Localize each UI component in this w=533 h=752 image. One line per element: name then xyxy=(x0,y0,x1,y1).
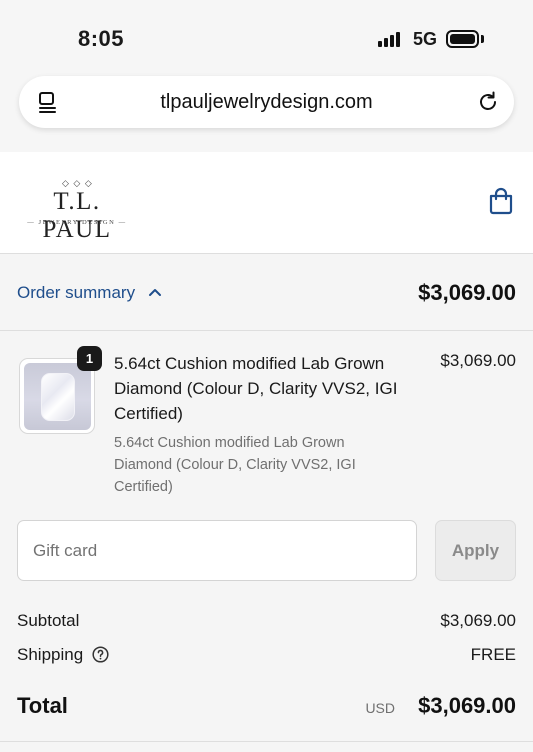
battery-tip xyxy=(481,35,484,43)
shipping-label: Shipping xyxy=(17,645,84,664)
product-title: 5.64ct Cushion modified Lab Grown Diamon… xyxy=(114,354,398,423)
total-currency: USD xyxy=(365,700,395,716)
help-icon[interactable] xyxy=(92,646,109,663)
shipping-value: FREE xyxy=(470,645,516,664)
gift-card-input[interactable] xyxy=(18,521,416,580)
order-summary-label[interactable]: Order summary xyxy=(17,283,135,303)
reload-icon[interactable] xyxy=(476,90,500,114)
logo-subtitle: — JEWELRY DESIGN — xyxy=(27,219,127,226)
logo-name: T.L. PAUL xyxy=(42,188,112,243)
url-text[interactable]: tlpauljewelrydesign.com xyxy=(19,91,514,114)
divider xyxy=(0,741,533,742)
status-time: 8:05 xyxy=(78,26,125,51)
battery-icon xyxy=(446,30,479,48)
diamond-image xyxy=(41,373,75,421)
total-label: Total xyxy=(17,693,68,718)
order-summary-toggle[interactable]: Order summary $3,069.00 xyxy=(0,254,533,331)
shopping-bag-icon[interactable] xyxy=(488,187,514,215)
subtotal-value: $3,069.00 xyxy=(440,611,516,630)
product-image xyxy=(24,363,91,430)
store-logo[interactable]: ◇ ◇ ◇ T.L. PAUL — JEWELRY DESIGN — xyxy=(16,172,138,243)
status-bar: 8:05 5G xyxy=(0,0,533,72)
signal-icon xyxy=(378,31,400,47)
network-type: 5G xyxy=(413,29,438,49)
store-header: ◇ ◇ ◇ T.L. PAUL — JEWELRY DESIGN — xyxy=(0,152,533,254)
subtotal-label: Subtotal xyxy=(17,611,80,630)
product-price: $3,069.00 xyxy=(440,351,516,370)
apply-button[interactable]: Apply xyxy=(435,520,516,581)
chevron-up-icon[interactable] xyxy=(148,287,162,297)
address-bar[interactable]: tlpauljewelrydesign.com xyxy=(19,76,514,128)
browser-toolbar: tlpauljewelrydesign.com xyxy=(0,72,533,152)
line-item: 1 5.64ct Cushion modified Lab Grown Diam… xyxy=(0,346,533,499)
product-variant: 5.64ct Cushion modified Lab Grown Diamon… xyxy=(114,435,356,495)
order-summary-panel: Order summary $3,069.00 1 5.64ct Cushion… xyxy=(0,254,533,752)
total-value: $3,069.00 xyxy=(418,693,516,718)
quantity-badge: 1 xyxy=(77,346,102,371)
gift-card-field[interactable] xyxy=(17,520,417,581)
order-summary-total: $3,069.00 xyxy=(418,280,516,305)
